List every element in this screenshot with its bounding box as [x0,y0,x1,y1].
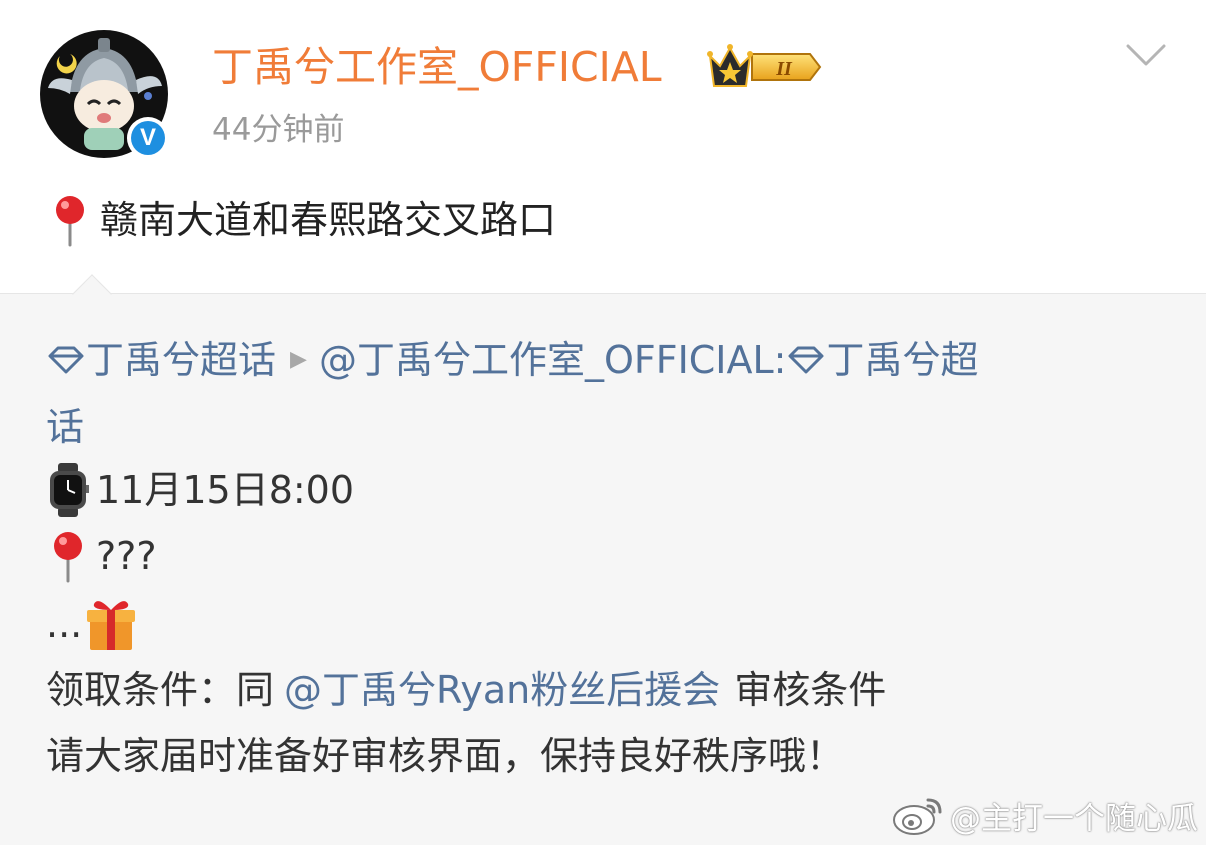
condition-line: 领取条件：同 @丁禹兮Ryan粉丝后援会 审核条件 [46,661,886,719]
verified-icon: V [131,121,165,155]
fan-club-link[interactable]: @丁禹兮Ryan粉丝后援会 [284,661,720,719]
condition-label: 领取条件：同 [46,668,275,712]
notice-line: 请大家届时准备好审核界面，保持良好秩序哦！ [46,727,844,785]
username[interactable]: 丁禹兮工作室_OFFICIAL [212,40,662,94]
watermark: @主打一个随心瓜 [890,792,1198,838]
round-pushpin-icon [56,196,84,247]
chevron-down-icon[interactable] [1124,40,1168,70]
super-topic-inline-link[interactable]: 丁禹兮超 [826,331,978,389]
condition-tail: 审核条件 [734,668,887,712]
super-topic-link[interactable]: 丁禹兮超话 [86,331,276,389]
wrapped-gift-icon [87,601,136,650]
post-time: 44分钟前 [212,112,345,148]
weibo-logo-icon [893,798,942,835]
vip-level-text: II [775,58,793,80]
gift-line: ... [46,595,144,653]
post-text: 赣南大道和春熙路交叉路口 [100,198,557,242]
super-topic-diamond-icon [788,346,824,374]
super-topic-diamond-icon [48,346,84,374]
notice-text: 请大家届时准备好审核界面，保持良好秩序哦！ [46,734,845,778]
repost-topic-wrap: 话 [46,398,84,456]
event-location-line: ??? [46,527,157,585]
event-time: 11月15日8:00 [96,468,355,512]
event-location: ??? [96,534,157,578]
round-pushpin-icon [54,532,82,583]
post-content: 赣南大道和春熙路交叉路口 [50,192,556,248]
original-author-link[interactable]: @丁禹兮工作室_OFFICIAL: [319,331,787,389]
ellipsis-text: ... [46,602,83,646]
event-time-line: 11月15日8:00 [46,461,354,519]
crown-badge-icon[interactable]: II [706,42,824,92]
super-topic-inline-link-wrap[interactable]: 话 [46,398,84,456]
repost-header: 丁禹兮超话 ▶ @丁禹兮工作室_OFFICIAL: 丁禹兮超 [46,331,979,389]
watermark-text: @主打一个随心瓜 [950,800,1198,837]
watch-icon [50,463,89,517]
verified-badge: V [127,117,169,159]
triangle-right-icon: ▶ [290,347,307,372]
